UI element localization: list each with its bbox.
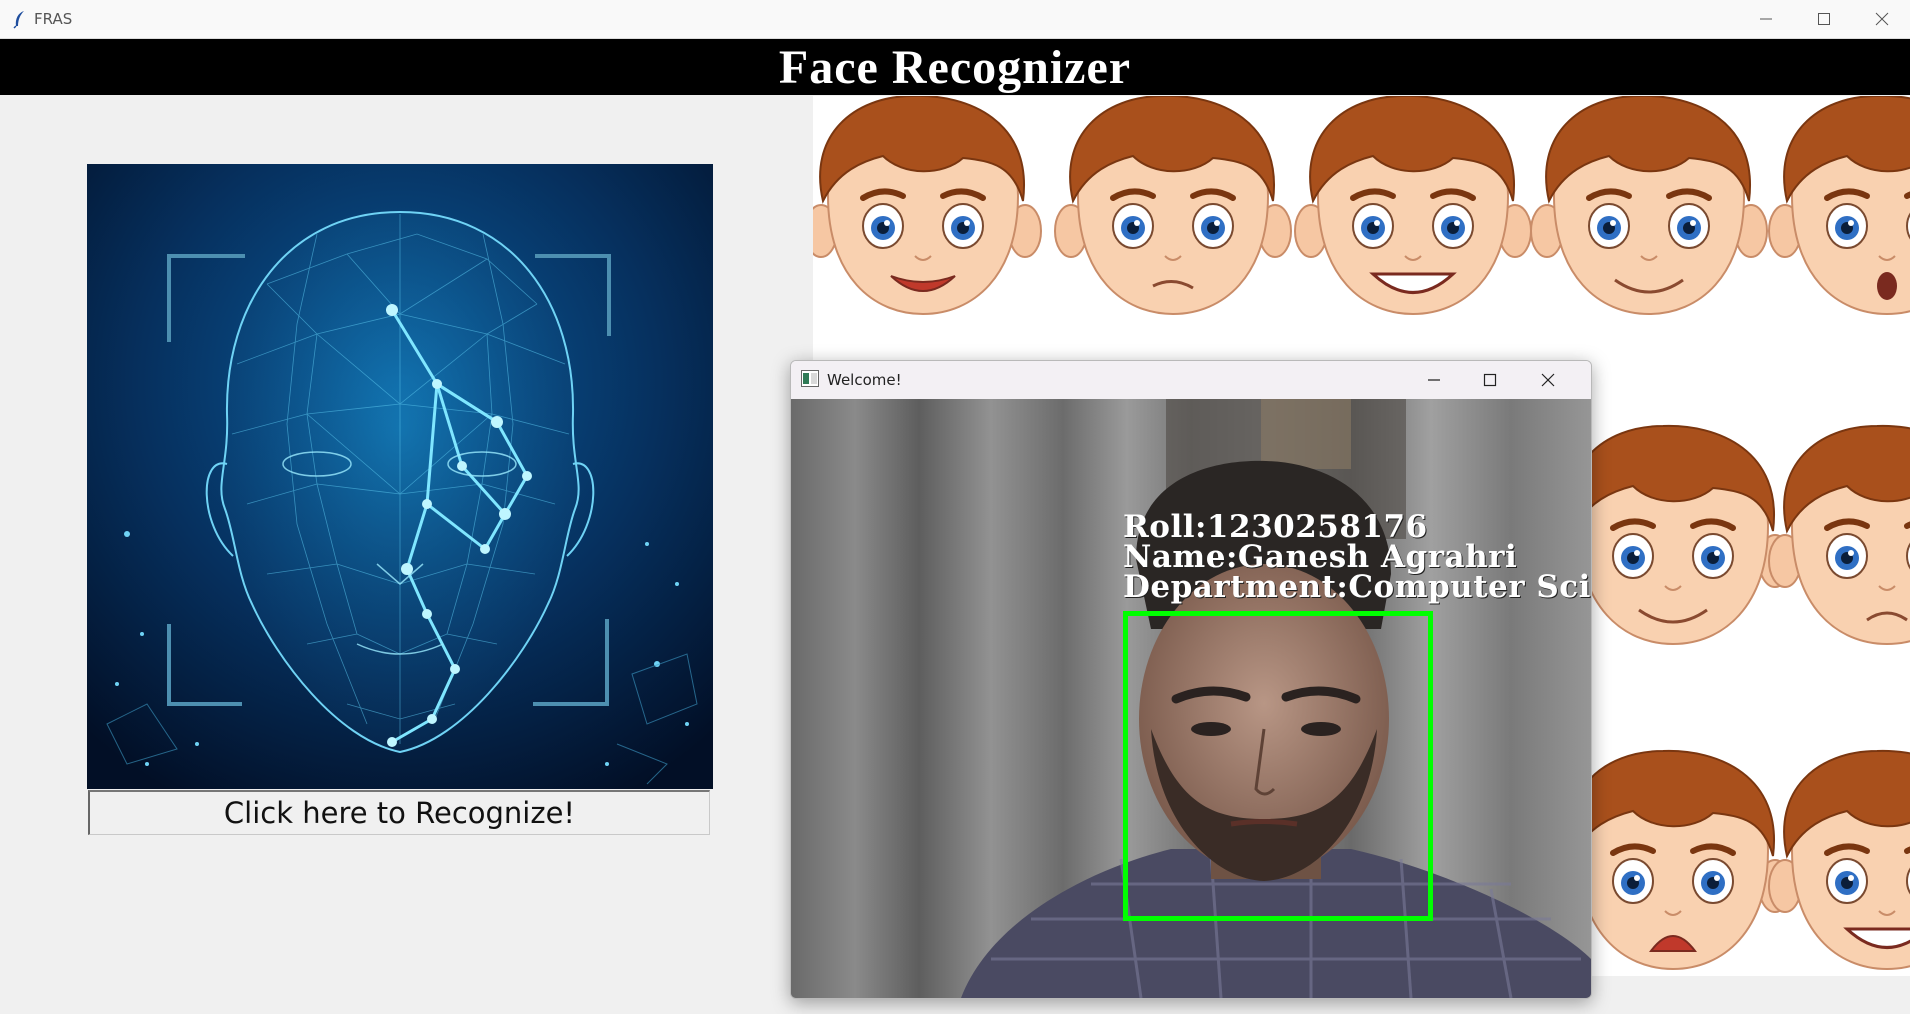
close-icon [1541, 373, 1555, 387]
window-title: FRAS [34, 10, 73, 28]
face-mesh-image [87, 164, 713, 789]
recognize-button[interactable]: Click here to Recognize! [88, 790, 710, 835]
welcome-window: Welcome! Roll:1230258176 Name:Ganesh Agr… [790, 360, 1592, 999]
popup-minimize-button[interactable] [1406, 361, 1462, 399]
welcome-title: Welcome! [827, 371, 902, 389]
maximize-button[interactable] [1795, 0, 1853, 38]
header-banner: Face Recognizer [0, 39, 1910, 95]
webcam-feed: Roll:1230258176 Name:Ganesh Agrahri Depa… [791, 399, 1591, 998]
face-detection-box [1123, 611, 1433, 921]
window-titlebar: FRAS [0, 0, 1910, 39]
close-button[interactable] [1853, 0, 1910, 38]
app-heading: Face Recognizer [778, 41, 1132, 94]
minimize-icon [1428, 379, 1440, 381]
window-app-icon [801, 370, 819, 387]
welcome-titlebar: Welcome! [791, 361, 1591, 399]
minimize-button[interactable] [1737, 0, 1795, 38]
close-icon [1875, 12, 1889, 26]
maximize-icon [1483, 373, 1497, 387]
minimize-icon [1760, 18, 1772, 20]
feather-icon [13, 11, 24, 29]
maximize-icon [1818, 13, 1830, 25]
popup-close-button[interactable] [1520, 361, 1576, 399]
popup-maximize-button[interactable] [1462, 361, 1518, 399]
department-label: Department:Computer Scie [1123, 569, 1591, 605]
